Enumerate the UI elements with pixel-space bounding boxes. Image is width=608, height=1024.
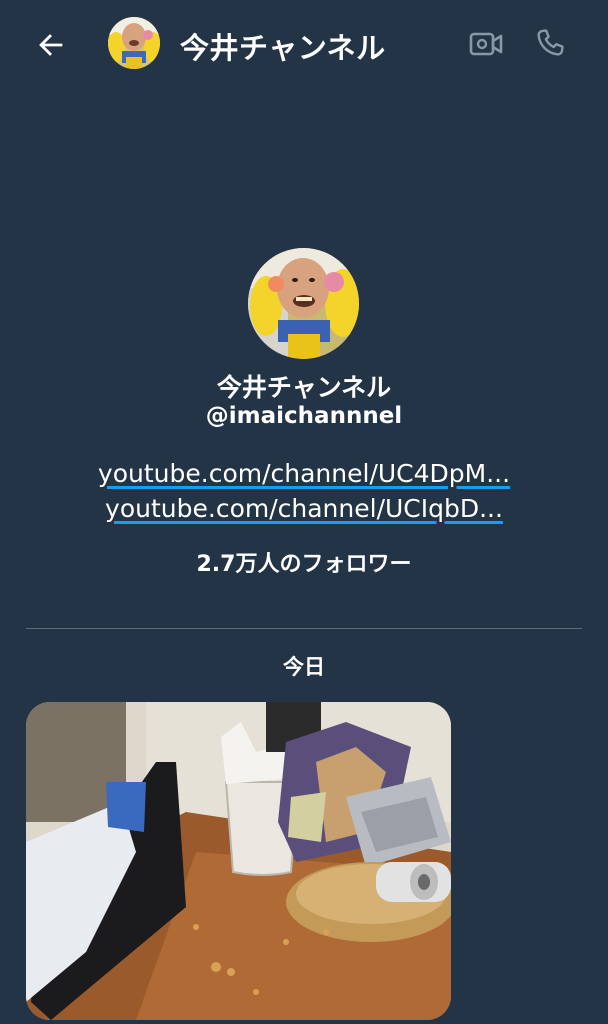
profile-avatar[interactable] (248, 248, 359, 359)
back-button[interactable] (30, 24, 72, 66)
video-camera-icon (469, 32, 503, 56)
conversation-title: 今井チャンネル (180, 31, 386, 65)
phone-icon (537, 29, 564, 56)
profile-display-name: 今井チャンネル (216, 373, 392, 402)
dm-conversation-screen: 今井チャンネル 今井チャンネル @imaichannnel youtube.co… (0, 0, 608, 1024)
profile-link-1[interactable]: youtube.com/channel/UC4DpM... (0, 459, 608, 488)
avatar[interactable] (108, 17, 160, 69)
video-call-button[interactable] (466, 24, 506, 64)
profile-link-2[interactable]: youtube.com/channel/UCIqbD... (0, 494, 608, 523)
profile-link-2-text[interactable]: youtube.com/channel/UCIqbD... (105, 494, 503, 523)
voice-call-button[interactable] (530, 22, 570, 64)
date-separator: 今日 (283, 655, 325, 679)
profile-link-1-text[interactable]: youtube.com/channel/UC4DpM... (98, 459, 510, 488)
profile-username: @imaichannnel (205, 403, 403, 429)
photo-message[interactable] (26, 702, 451, 1020)
follower-count[interactable]: 2.7万人のフォロワー (0, 546, 608, 578)
photo-image (26, 702, 451, 1020)
arrow-left-icon (39, 34, 63, 56)
conversation-header: 今井チャンネル (0, 0, 608, 88)
divider (26, 628, 582, 629)
